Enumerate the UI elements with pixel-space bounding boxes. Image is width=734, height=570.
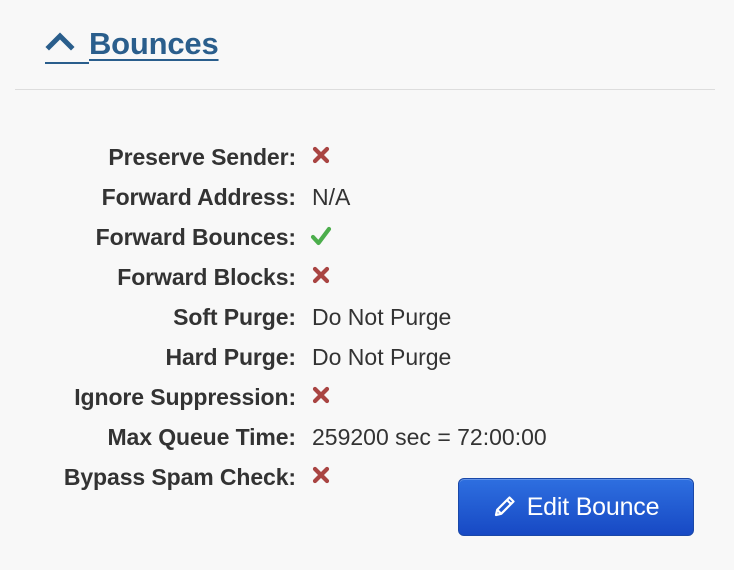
property-value: N/A	[312, 183, 351, 210]
property-label: Hard Purge:	[165, 343, 296, 370]
cross-icon	[312, 146, 330, 164]
bounce-properties-list: Preserve Sender: Forward Address: N/A Fo…	[0, 137, 734, 497]
property-row-forward-blocks: Forward Blocks:	[0, 257, 734, 297]
property-row-hard-purge: Hard Purge: Do Not Purge	[0, 337, 734, 377]
property-label: Soft Purge:	[173, 303, 296, 330]
property-row-forward-bounces: Forward Bounces:	[0, 217, 734, 257]
property-label: Ignore Suppression:	[74, 383, 296, 410]
cross-icon	[312, 266, 330, 284]
property-label: Bypass Spam Check:	[63, 463, 296, 490]
section-title: Bounces	[89, 26, 219, 61]
property-label: Forward Address:	[101, 183, 296, 210]
property-row-ignore-suppression: Ignore Suppression:	[0, 377, 734, 417]
bounces-panel: Bounces Preserve Sender: Forward Address…	[0, 0, 734, 570]
check-icon	[310, 226, 332, 246]
heading-underline	[45, 62, 89, 64]
bounces-section-toggle[interactable]: Bounces	[45, 26, 219, 64]
property-row-preserve-sender: Preserve Sender:	[0, 137, 734, 177]
property-value: Do Not Purge	[312, 303, 452, 330]
property-label: Forward Bounces:	[95, 223, 296, 250]
property-row-soft-purge: Soft Purge: Do Not Purge	[0, 297, 734, 337]
property-label: Max Queue Time:	[107, 423, 296, 450]
edit-bounce-label: Edit Bounce	[526, 492, 660, 521]
property-value: 259200 sec = 72:00:00	[312, 423, 547, 450]
cross-icon	[312, 466, 330, 484]
chevron-up-icon	[45, 32, 75, 51]
property-label: Preserve Sender:	[108, 143, 296, 170]
property-value: Do Not Purge	[312, 343, 452, 370]
pencil-icon	[494, 496, 515, 517]
property-row-forward-address: Forward Address: N/A	[0, 177, 734, 217]
property-row-max-queue-time: Max Queue Time: 259200 sec = 72:00:00	[0, 417, 734, 457]
edit-bounce-button[interactable]: Edit Bounce	[458, 478, 694, 536]
section-divider	[15, 89, 715, 90]
property-label: Forward Blocks:	[117, 263, 296, 290]
cross-icon	[312, 386, 330, 404]
